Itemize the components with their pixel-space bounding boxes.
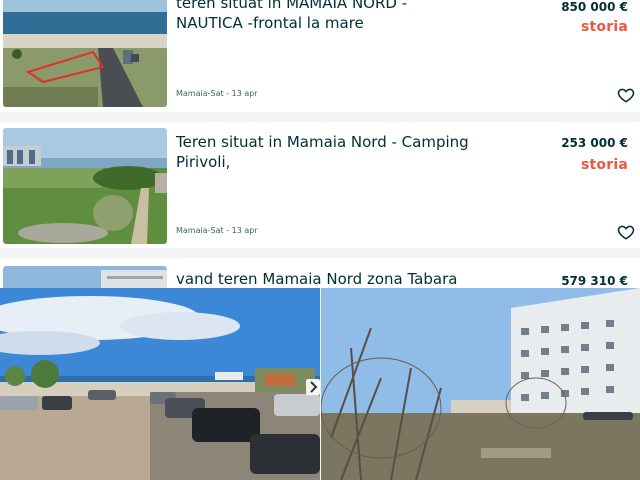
- gallery-next-button[interactable]: [306, 379, 320, 395]
- heart-outline-icon[interactable]: [617, 86, 635, 104]
- listing-card[interactable]: Teren situat in Mamaia Nord - Camping Pi…: [0, 122, 640, 248]
- storia-logo-text: storia: [581, 19, 628, 35]
- listing-card[interactable]: vand teren Mamaia Nord zona Tabara 579 3…: [0, 258, 640, 292]
- gallery-photo-beach-parking[interactable]: [0, 288, 320, 480]
- listing-location-date: Mamaia-Sat - 13 apr: [176, 226, 258, 235]
- listing-title[interactable]: Teren situat in Mamaia Nord - Camping Pi…: [176, 132, 476, 172]
- chevron-right-icon: [310, 381, 318, 393]
- listing-location-date: Mamaia-Sat - 13 apr: [176, 89, 258, 98]
- listing-card[interactable]: teren situat in MAMAIA NORD - NAUTICA -f…: [0, 0, 640, 112]
- storia-logo: storia: [581, 157, 628, 173]
- listing-page: teren situat in MAMAIA NORD - NAUTICA -f…: [0, 0, 640, 480]
- photo-gallery[interactable]: [0, 288, 640, 480]
- gallery-photo-building-lot[interactable]: [321, 288, 640, 480]
- listing-price: 579 310 €: [561, 274, 628, 288]
- listing-price: 850 000 €: [561, 0, 628, 14]
- listing-title[interactable]: vand teren Mamaia Nord zona Tabara: [176, 269, 476, 289]
- listing-price: 253 000 €: [561, 136, 628, 150]
- storia-logo: storia: [581, 19, 628, 35]
- listing-title[interactable]: teren situat in MAMAIA NORD - NAUTICA -f…: [176, 0, 476, 33]
- listing-thumbnail[interactable]: [3, 128, 167, 244]
- storia-logo-text: storia: [581, 157, 628, 173]
- heart-outline-icon[interactable]: [617, 223, 635, 241]
- listing-thumbnail[interactable]: [3, 0, 167, 107]
